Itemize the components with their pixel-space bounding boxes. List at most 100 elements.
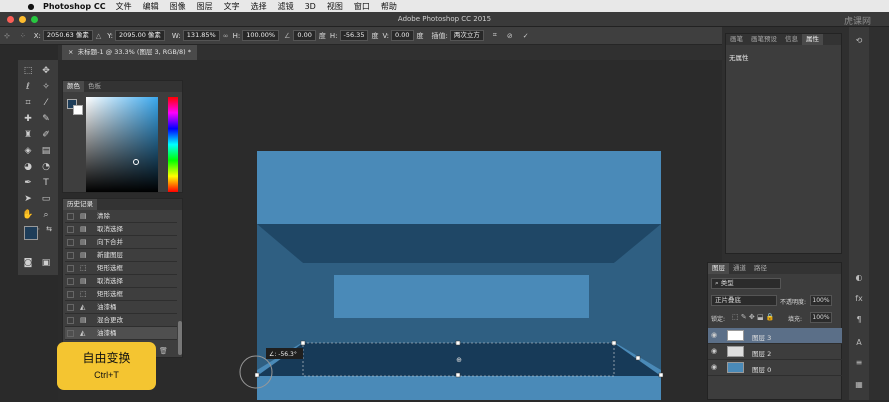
type-tool-icon[interactable]: T — [39, 176, 53, 190]
quick-mask-icon[interactable]: ◙ — [21, 256, 35, 270]
menu-layer[interactable]: 图层 — [197, 1, 213, 12]
pen-tool-icon[interactable]: ✒ — [21, 176, 35, 190]
hue-slider[interactable] — [168, 97, 178, 192]
transform-handle-bottom-middle[interactable] — [455, 372, 461, 378]
gradient-tool-icon[interactable]: ▤ — [39, 144, 53, 158]
menu-window[interactable]: 窗口 — [354, 1, 370, 12]
path-select-icon[interactable]: ➤ — [21, 192, 35, 206]
document-tab[interactable]: × 未标题-1 @ 33.3% (图层 3, RGB/8) * — [62, 45, 197, 60]
marquee-tool-icon[interactable]: ⬚ — [21, 64, 35, 78]
tab-brush[interactable]: 画笔 — [726, 34, 747, 45]
eraser-tool-icon[interactable]: ◈ — [21, 144, 35, 158]
history-item-selected[interactable]: ◭ 油漆桶 — [65, 327, 177, 340]
close-tab-icon[interactable]: × — [68, 48, 73, 56]
angle-field[interactable]: 0.00 — [293, 30, 316, 41]
transform-handle-bottom-right[interactable] — [658, 372, 664, 378]
tab-paths[interactable]: 路径 — [750, 263, 771, 274]
y-field[interactable]: 2095.00 像素 — [114, 30, 165, 41]
history-item[interactable]: ⬚ 矩形选框 — [65, 262, 177, 275]
transform-handle-top-left[interactable] — [300, 340, 306, 346]
interpolation-select[interactable]: 两次立方 — [449, 30, 484, 41]
color-field[interactable] — [86, 97, 158, 192]
tab-swatches[interactable]: 色板 — [84, 81, 105, 92]
eyedropper-icon[interactable]: ⁄ — [39, 96, 53, 110]
rectangle-tool-icon[interactable]: ▭ — [39, 192, 53, 206]
history-item[interactable]: ⬚ 矩形选框 — [65, 288, 177, 301]
tab-brush-presets[interactable]: 画笔预设 — [747, 34, 781, 45]
glyphs-panel-icon[interactable]: ≡ — [853, 357, 865, 369]
dodge-tool-icon[interactable]: ◔ — [39, 160, 53, 174]
history-panel-icon[interactable]: ⟲ — [853, 35, 865, 47]
transform-tool-icon[interactable]: ⊹ — [4, 32, 10, 40]
crop-tool-icon[interactable]: ⌗ — [21, 96, 35, 110]
tab-layers[interactable]: 图层 — [708, 263, 729, 274]
menu-filter[interactable]: 滤镜 — [278, 1, 294, 12]
history-item[interactable]: ▤ 向下合并 — [65, 236, 177, 249]
healing-brush-icon[interactable]: ✚ — [21, 112, 35, 126]
screen-mode-icon[interactable]: ▣ — [39, 256, 53, 270]
tab-history[interactable]: 历史记录 — [63, 199, 97, 210]
zoom-tool-icon[interactable]: ⌕ — [39, 208, 53, 222]
layer-row-selected[interactable]: ◉ 图层 3 — [708, 328, 842, 344]
menu-image[interactable]: 图像 — [170, 1, 186, 12]
history-item[interactable]: ▤ 取消选择 — [65, 275, 177, 288]
panel-background-swatch[interactable] — [73, 105, 83, 115]
history-scrollbar[interactable] — [178, 321, 182, 355]
history-brush-icon[interactable]: ✐ — [39, 128, 53, 142]
transform-center-icon[interactable]: ⊕ — [456, 356, 462, 364]
opacity-field[interactable]: 100% — [810, 295, 832, 306]
menu-3d[interactable]: 3D — [305, 2, 316, 11]
history-item[interactable]: ▤ 新建图层 — [65, 249, 177, 262]
transform-handle-right-middle[interactable] — [635, 355, 641, 361]
lock-options-icon[interactable]: ⬚ ✎ ✥ ⬓ 🔒 — [732, 313, 775, 321]
foreground-color-swatch[interactable] — [24, 226, 38, 240]
lasso-tool-icon[interactable]: ℓ — [21, 80, 35, 94]
brush-tool-icon[interactable]: ✎ — [39, 112, 53, 126]
history-item[interactable]: ▤ 清除 — [65, 210, 177, 223]
blur-tool-icon[interactable]: ◕ — [21, 160, 35, 174]
history-item[interactable]: ▤ 取消选择 — [65, 223, 177, 236]
character-panel-icon[interactable]: A — [853, 337, 865, 349]
visibility-eye-icon[interactable]: ◉ — [711, 331, 720, 340]
swap-colors-icon[interactable]: ⇆ — [42, 222, 56, 236]
tab-info[interactable]: 信息 — [781, 34, 802, 45]
menu-edit[interactable]: 编辑 — [143, 1, 159, 12]
height-field[interactable]: 100.00% — [242, 30, 280, 41]
history-item[interactable]: ◭ 油漆桶 — [65, 301, 177, 314]
menu-help[interactable]: 帮助 — [381, 1, 397, 12]
x-field[interactable]: 2050.63 像素 — [42, 30, 93, 41]
tab-channels[interactable]: 通道 — [729, 263, 750, 274]
commit-transform-icon[interactable]: ✓ — [523, 32, 529, 40]
blend-mode-select[interactable]: 正片叠底 — [711, 295, 777, 306]
history-item[interactable]: ▤ 混合更改 — [65, 314, 177, 327]
hand-tool-icon[interactable]: ✋ — [21, 208, 35, 222]
width-field[interactable]: 131.85% — [182, 30, 220, 41]
cancel-transform-icon[interactable]: ⊘ — [507, 32, 513, 40]
apple-icon[interactable]: ● — [25, 2, 37, 11]
fill-field[interactable]: 100% — [810, 312, 832, 323]
v-skew-field[interactable]: 0.00 — [391, 30, 414, 41]
notes-panel-icon[interactable]: ▦ — [853, 379, 865, 391]
link-icon[interactable]: ∞ — [223, 32, 229, 40]
menu-view[interactable]: 视图 — [327, 1, 343, 12]
styles-panel-icon[interactable]: fx — [853, 293, 865, 305]
tab-color[interactable]: 颜色 — [63, 81, 84, 92]
delete-history-icon[interactable]: 🗑 — [159, 347, 168, 355]
reference-point-icon[interactable]: ⁘ — [20, 32, 26, 40]
menu-select[interactable]: 选择 — [251, 1, 267, 12]
transform-handle-bottom-left[interactable] — [254, 372, 260, 378]
magic-wand-icon[interactable]: ✧ — [39, 80, 53, 94]
clone-stamp-icon[interactable]: ♜ — [21, 128, 35, 142]
transform-handle-top-middle[interactable] — [455, 340, 461, 346]
adjustments-panel-icon[interactable]: ◐ — [853, 272, 865, 284]
move-tool-icon[interactable]: ✥ — [39, 64, 53, 78]
menu-file[interactable]: 文件 — [116, 1, 132, 12]
warp-icon[interactable]: ⌗ — [493, 31, 497, 40]
color-picker-marker[interactable] — [133, 159, 139, 165]
visibility-eye-icon[interactable]: ◉ — [711, 363, 720, 372]
app-name-menu[interactable]: Photoshop CC — [43, 2, 106, 11]
layer-row[interactable]: ◉ 图层 0 — [708, 360, 842, 376]
delta-icon[interactable]: △ — [96, 32, 101, 40]
menu-type[interactable]: 文字 — [224, 1, 240, 12]
layer-filter-select[interactable]: ⌕ 类型 — [711, 278, 781, 289]
